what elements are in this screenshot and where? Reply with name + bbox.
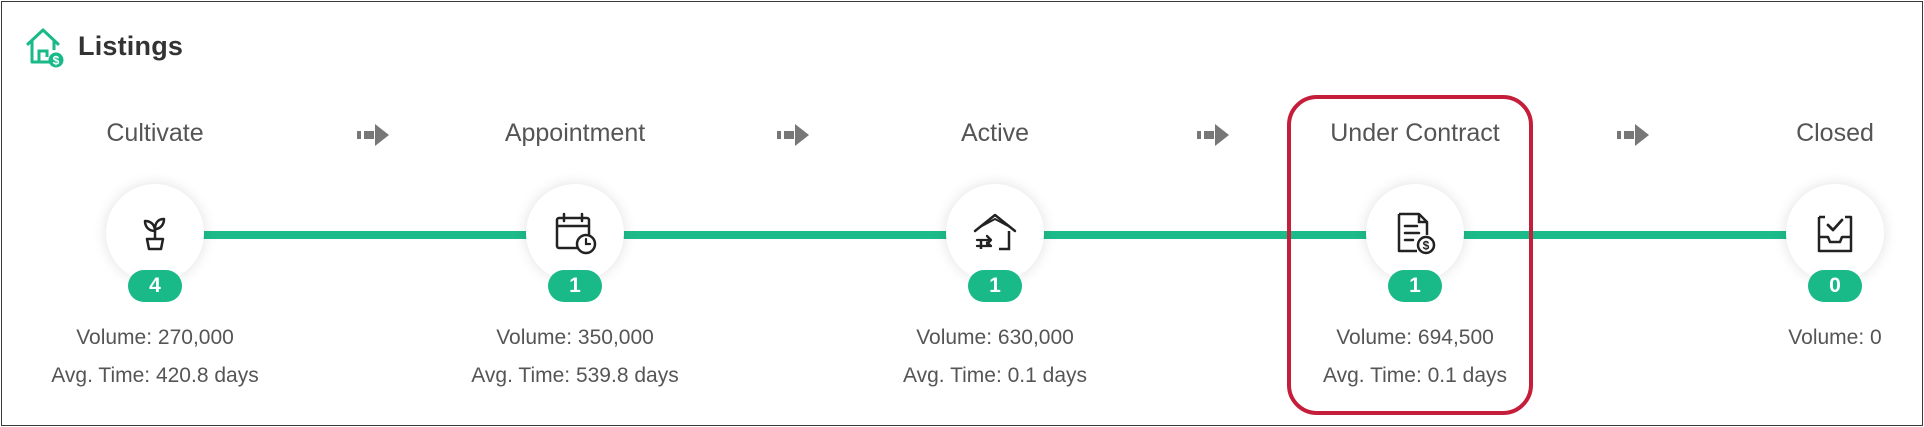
- avg-time-text: Avg. Time: 420.8 days: [51, 364, 259, 387]
- avg-time-text: Avg. Time: 539.8 days: [471, 364, 679, 387]
- calendar-clock-icon: [555, 212, 597, 255]
- inbox-check-icon: [1817, 215, 1853, 253]
- stage-icon-circle[interactable]: [1786, 184, 1884, 282]
- listings-panel: $ Listings Cultivate 4 Volume: 270,000 A…: [1, 1, 1923, 426]
- count-badge: 1: [548, 270, 602, 302]
- count-badge: 1: [968, 270, 1022, 302]
- volume-text: Volume: 350,000: [496, 326, 654, 349]
- stage-icon-circle[interactable]: $: [1366, 184, 1464, 282]
- arrow-right-icon: [1617, 124, 1649, 146]
- count-badge: 1: [1388, 270, 1442, 302]
- arrow-right-icon: [777, 124, 809, 146]
- volume-text: Volume: 630,000: [916, 326, 1074, 349]
- count-badge: 4: [128, 270, 182, 302]
- stage-label: Closed: [1796, 119, 1874, 147]
- arrow-right-icon: [357, 124, 389, 146]
- stage-label: Active: [960, 119, 1030, 147]
- volume-text: Volume: 694,500: [1336, 326, 1494, 349]
- stage-under-contract[interactable]: Under Contract $ 1 Volume: 694,500 Avg. …: [1265, 2, 1565, 427]
- stage-label: Cultivate: [106, 119, 204, 147]
- house-arrow-icon: [973, 213, 1017, 251]
- stage-icon-circle[interactable]: [106, 184, 204, 282]
- stage-closed[interactable]: Closed 0 Volume: 0: [1685, 2, 1924, 427]
- avg-time-text: Avg. Time: 0.1 days: [1322, 364, 1508, 387]
- stage-icon-circle[interactable]: [946, 184, 1044, 282]
- stage-active[interactable]: Active 1 Volume: 630,000 Avg. Time: 0.1 …: [845, 2, 1145, 427]
- volume-text: Volume: 270,000: [76, 326, 234, 349]
- stage-label: Appointment: [504, 119, 646, 147]
- stage-appointment[interactable]: Appointment 1 Volume: 350,000 Avg. Time:…: [425, 2, 725, 427]
- stage-cultivate[interactable]: Cultivate 4 Volume: 270,000 Avg. Time: 4…: [5, 2, 305, 427]
- avg-time-text: Avg. Time: 0.1 days: [902, 364, 1088, 387]
- sprout-icon: [143, 217, 166, 251]
- document-dollar-icon: $: [1397, 212, 1436, 255]
- volume-text: Volume: 0: [1788, 326, 1882, 349]
- stage-icon-circle[interactable]: [526, 184, 624, 282]
- arrow-right-icon: [1197, 124, 1229, 146]
- stage-label: Under Contract: [1330, 119, 1500, 147]
- count-badge: 0: [1808, 270, 1862, 302]
- svg-text:$: $: [1423, 239, 1430, 253]
